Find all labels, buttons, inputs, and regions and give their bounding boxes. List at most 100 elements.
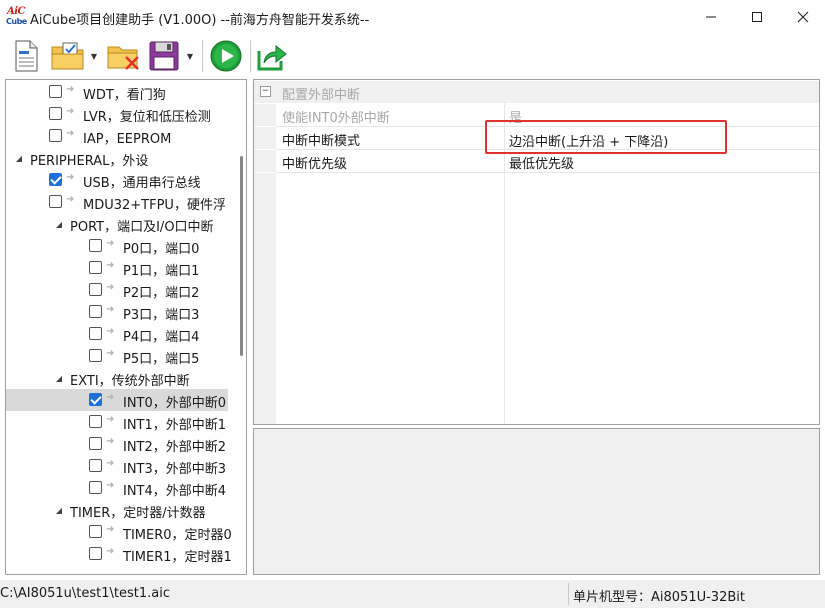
property-grid[interactable]: − 配置外部中断 使能INT0外部中断 是 中断中断模式 边沿中断(上升沿 + … — [253, 79, 820, 425]
tree-item-label: TIMER0，定时器0 — [123, 528, 232, 543]
close-icon — [797, 11, 809, 23]
tree-item-int2[interactable]: ➜ INT2，外部中断2 — [6, 433, 228, 455]
scrollbar-thumb[interactable] — [240, 156, 243, 356]
export-button[interactable] — [254, 38, 290, 74]
save-button[interactable] — [148, 38, 180, 74]
tree-item-p0[interactable]: ➜ P0口，端口0 — [6, 235, 228, 257]
tree-item-int0[interactable]: ➜ INT0，外部中断0 — [6, 389, 228, 411]
checkbox[interactable] — [49, 107, 62, 120]
maximize-icon — [752, 12, 762, 22]
toolbar-separator — [250, 40, 251, 72]
tree-item-usb[interactable]: ➜ USB，通用串行总线 — [6, 169, 228, 191]
maximize-button[interactable] — [734, 0, 780, 34]
tree-item-p2[interactable]: ➜ P2口，端口2 — [6, 279, 228, 301]
checkbox[interactable] — [49, 85, 62, 98]
tree-item-label: INT0，外部中断0 — [123, 396, 227, 411]
arrow-right-icon: ➜ — [106, 260, 115, 271]
tree-item-label: INT4，外部中断4 — [123, 484, 227, 499]
checkbox[interactable] — [89, 437, 102, 450]
arrow-right-icon: ➜ — [106, 348, 115, 359]
checkbox[interactable] — [89, 327, 102, 340]
checkbox[interactable] — [89, 547, 102, 560]
collapse-minus-icon[interactable]: − — [260, 86, 271, 97]
tree-item-label: USB，通用串行总线 — [83, 176, 201, 191]
tree-item-label: WDT，看门狗 — [83, 88, 166, 103]
collapse-triangle-icon[interactable]: ◢ — [54, 373, 64, 383]
open-project-button[interactable] — [50, 38, 86, 74]
tree-group-peripheral[interactable]: ◢ PERIPHERAL，外设 — [6, 147, 228, 170]
collapse-triangle-icon[interactable]: ◢ — [14, 153, 24, 163]
tree-item-p4[interactable]: ➜ P4口，端口4 — [6, 323, 228, 345]
tree-item-p5[interactable]: ➜ P5口，端口5 — [6, 345, 228, 367]
tree-item-mdu32[interactable]: ➜ MDU32+TFPU，硬件浮 — [6, 191, 228, 213]
minimize-button[interactable] — [688, 0, 734, 34]
open-dropdown-icon[interactable]: ▼ — [88, 38, 100, 74]
tree-item-label: INT3，外部中断3 — [123, 462, 227, 477]
arrow-right-icon: ➜ — [106, 414, 115, 425]
tree-item-label: P2口，端口2 — [123, 286, 200, 301]
status-bar: C:\AI8051u\test1\test1.aic 单片机型号：Ai8051U… — [0, 580, 825, 608]
tree-item-p3[interactable]: ➜ P3口，端口3 — [6, 301, 228, 323]
checkbox[interactable] — [89, 393, 102, 406]
collapse-triangle-icon[interactable]: ◢ — [54, 505, 64, 515]
new-project-button[interactable] — [10, 38, 42, 74]
checkbox[interactable] — [89, 525, 102, 538]
window-title: AiCube项目创建助手 (V1.00O) --前海方舟智能开发系统-- — [30, 13, 370, 28]
checkbox[interactable] — [89, 481, 102, 494]
arrow-right-icon: ➜ — [66, 84, 75, 95]
tree-item-wdt[interactable]: ➜ WDT，看门狗 — [6, 81, 228, 103]
checkbox[interactable] — [89, 415, 102, 428]
highlight-annotation — [485, 120, 727, 154]
close-project-button[interactable] — [106, 38, 142, 74]
peripheral-tree[interactable]: ➜ WDT，看门狗 ➜ LVR，复位和低压检测 ➜ IAP，EEPROM ◢ P… — [5, 79, 247, 575]
tree-group-port[interactable]: ◢ PORT，端口及I/O口中断 — [6, 213, 228, 236]
tree-item-label: TIMER1，定时器1 — [123, 550, 232, 565]
tree-item-timer1[interactable]: ➜ TIMER1，定时器1 — [6, 543, 232, 565]
arrow-right-icon: ➜ — [106, 546, 115, 557]
checkbox[interactable] — [89, 459, 102, 472]
property-category[interactable]: − 配置外部中断 — [254, 81, 819, 103]
arrow-right-icon: ➜ — [106, 326, 115, 337]
run-button[interactable] — [208, 38, 244, 74]
share-export-icon — [257, 44, 287, 71]
tree-item-label: PORT，端口及I/O口中断 — [70, 220, 214, 235]
checkbox[interactable] — [49, 173, 62, 186]
tree-item-int1[interactable]: ➜ INT1，外部中断1 — [6, 411, 228, 433]
arrow-right-icon: ➜ — [66, 106, 75, 117]
tree-scrollbar[interactable] — [236, 80, 246, 574]
arrow-right-icon: ➜ — [106, 436, 115, 447]
checkbox[interactable] — [89, 349, 102, 362]
tree-item-int4[interactable]: ➜ INT4，外部中断4 — [6, 477, 228, 499]
project-path: C:\AI8051u\test1\test1.aic — [0, 586, 170, 601]
checkbox[interactable] — [89, 283, 102, 296]
arrow-right-icon: ➜ — [66, 194, 75, 205]
tree-item-timer0[interactable]: ➜ TIMER0，定时器0 — [6, 521, 232, 543]
tree-item-label: IAP，EEPROM — [83, 132, 172, 147]
arrow-right-icon: ➜ — [106, 282, 115, 293]
checkbox[interactable] — [49, 195, 62, 208]
checkbox[interactable] — [89, 261, 102, 274]
toolbar-separator — [202, 40, 203, 72]
checkbox[interactable] — [89, 305, 102, 318]
tree-group-timer[interactable]: ◢ TIMER，定时器/计数器 — [6, 499, 228, 522]
toolbar: ▼ ▼ — [0, 34, 825, 78]
tree-item-p1[interactable]: ➜ P1口，端口1 — [6, 257, 228, 279]
tree-item-label: EXTI，传统外部中断 — [70, 374, 190, 389]
close-button[interactable] — [780, 0, 825, 34]
tree-item-iap[interactable]: ➜ IAP，EEPROM — [6, 125, 228, 147]
folder-open-icon — [51, 42, 84, 70]
arrow-right-icon: ➜ — [106, 304, 115, 315]
save-dropdown-icon[interactable]: ▼ — [184, 38, 196, 74]
property-name: 中断中断模式 — [282, 134, 361, 149]
tree-item-label: P5口，端口5 — [123, 352, 200, 367]
tree-item-label: MDU32+TFPU，硬件浮 — [83, 198, 226, 213]
checkbox[interactable] — [89, 239, 102, 252]
checkbox[interactable] — [49, 129, 62, 142]
tree-item-lvr[interactable]: ➜ LVR，复位和低压检测 — [6, 103, 228, 125]
tree-item-int3[interactable]: ➜ INT3，外部中断3 — [6, 455, 228, 477]
tree-item-label: P3口，端口3 — [123, 308, 200, 323]
tree-group-exti[interactable]: ◢ EXTI，传统外部中断 — [6, 367, 228, 390]
arrow-right-icon: ➜ — [66, 172, 75, 183]
collapse-triangle-icon[interactable]: ◢ — [54, 219, 64, 229]
property-value[interactable]: 最低优先级 — [509, 153, 574, 172]
